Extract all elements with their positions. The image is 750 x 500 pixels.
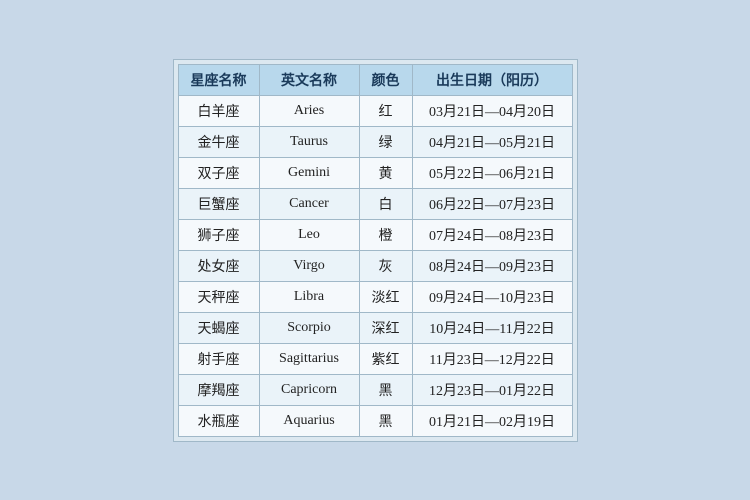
header-date: 出生日期（阳历） xyxy=(412,64,572,95)
cell-en: Aries xyxy=(259,95,359,126)
cell-date: 08月24日—09月23日 xyxy=(412,250,572,281)
cell-color: 紫红 xyxy=(359,343,412,374)
cell-color: 橙 xyxy=(359,219,412,250)
cell-cn: 摩羯座 xyxy=(178,374,259,405)
cell-color: 黑 xyxy=(359,374,412,405)
cell-color: 灰 xyxy=(359,250,412,281)
cell-cn: 射手座 xyxy=(178,343,259,374)
table-row: 天蝎座Scorpio深红10月24日—11月22日 xyxy=(178,312,572,343)
cell-en: Taurus xyxy=(259,126,359,157)
cell-date: 07月24日—08月23日 xyxy=(412,219,572,250)
cell-en: Cancer xyxy=(259,188,359,219)
header-color: 颜色 xyxy=(359,64,412,95)
cell-cn: 狮子座 xyxy=(178,219,259,250)
cell-cn: 处女座 xyxy=(178,250,259,281)
table-row: 摩羯座Capricorn黑12月23日—01月22日 xyxy=(178,374,572,405)
cell-color: 黑 xyxy=(359,405,412,436)
cell-color: 红 xyxy=(359,95,412,126)
cell-en: Scorpio xyxy=(259,312,359,343)
header-en: 英文名称 xyxy=(259,64,359,95)
cell-cn: 金牛座 xyxy=(178,126,259,157)
cell-date: 04月21日—05月21日 xyxy=(412,126,572,157)
zodiac-table: 星座名称 英文名称 颜色 出生日期（阳历） 白羊座Aries红03月21日—04… xyxy=(178,64,573,437)
cell-en: Sagittarius xyxy=(259,343,359,374)
cell-cn: 天秤座 xyxy=(178,281,259,312)
cell-cn: 白羊座 xyxy=(178,95,259,126)
cell-date: 01月21日—02月19日 xyxy=(412,405,572,436)
table-row: 白羊座Aries红03月21日—04月20日 xyxy=(178,95,572,126)
table-row: 天秤座Libra淡红09月24日—10月23日 xyxy=(178,281,572,312)
table-row: 射手座Sagittarius紫红11月23日—12月22日 xyxy=(178,343,572,374)
zodiac-table-container: 星座名称 英文名称 颜色 出生日期（阳历） 白羊座Aries红03月21日—04… xyxy=(173,59,578,442)
table-row: 狮子座Leo橙07月24日—08月23日 xyxy=(178,219,572,250)
table-row: 水瓶座Aquarius黑01月21日—02月19日 xyxy=(178,405,572,436)
table-row: 金牛座Taurus绿04月21日—05月21日 xyxy=(178,126,572,157)
cell-cn: 天蝎座 xyxy=(178,312,259,343)
cell-color: 白 xyxy=(359,188,412,219)
cell-date: 12月23日—01月22日 xyxy=(412,374,572,405)
table-header-row: 星座名称 英文名称 颜色 出生日期（阳历） xyxy=(178,64,572,95)
cell-color: 绿 xyxy=(359,126,412,157)
cell-color: 淡红 xyxy=(359,281,412,312)
cell-cn: 双子座 xyxy=(178,157,259,188)
cell-en: Aquarius xyxy=(259,405,359,436)
cell-color: 黄 xyxy=(359,157,412,188)
cell-date: 06月22日—07月23日 xyxy=(412,188,572,219)
cell-en: Virgo xyxy=(259,250,359,281)
cell-cn: 巨蟹座 xyxy=(178,188,259,219)
cell-date: 09月24日—10月23日 xyxy=(412,281,572,312)
cell-cn: 水瓶座 xyxy=(178,405,259,436)
table-row: 巨蟹座Cancer白06月22日—07月23日 xyxy=(178,188,572,219)
cell-en: Capricorn xyxy=(259,374,359,405)
cell-color: 深红 xyxy=(359,312,412,343)
cell-date: 05月22日—06月21日 xyxy=(412,157,572,188)
cell-date: 10月24日—11月22日 xyxy=(412,312,572,343)
cell-en: Gemini xyxy=(259,157,359,188)
cell-en: Leo xyxy=(259,219,359,250)
cell-date: 03月21日—04月20日 xyxy=(412,95,572,126)
table-row: 双子座Gemini黄05月22日—06月21日 xyxy=(178,157,572,188)
cell-date: 11月23日—12月22日 xyxy=(412,343,572,374)
table-row: 处女座Virgo灰08月24日—09月23日 xyxy=(178,250,572,281)
cell-en: Libra xyxy=(259,281,359,312)
header-cn: 星座名称 xyxy=(178,64,259,95)
